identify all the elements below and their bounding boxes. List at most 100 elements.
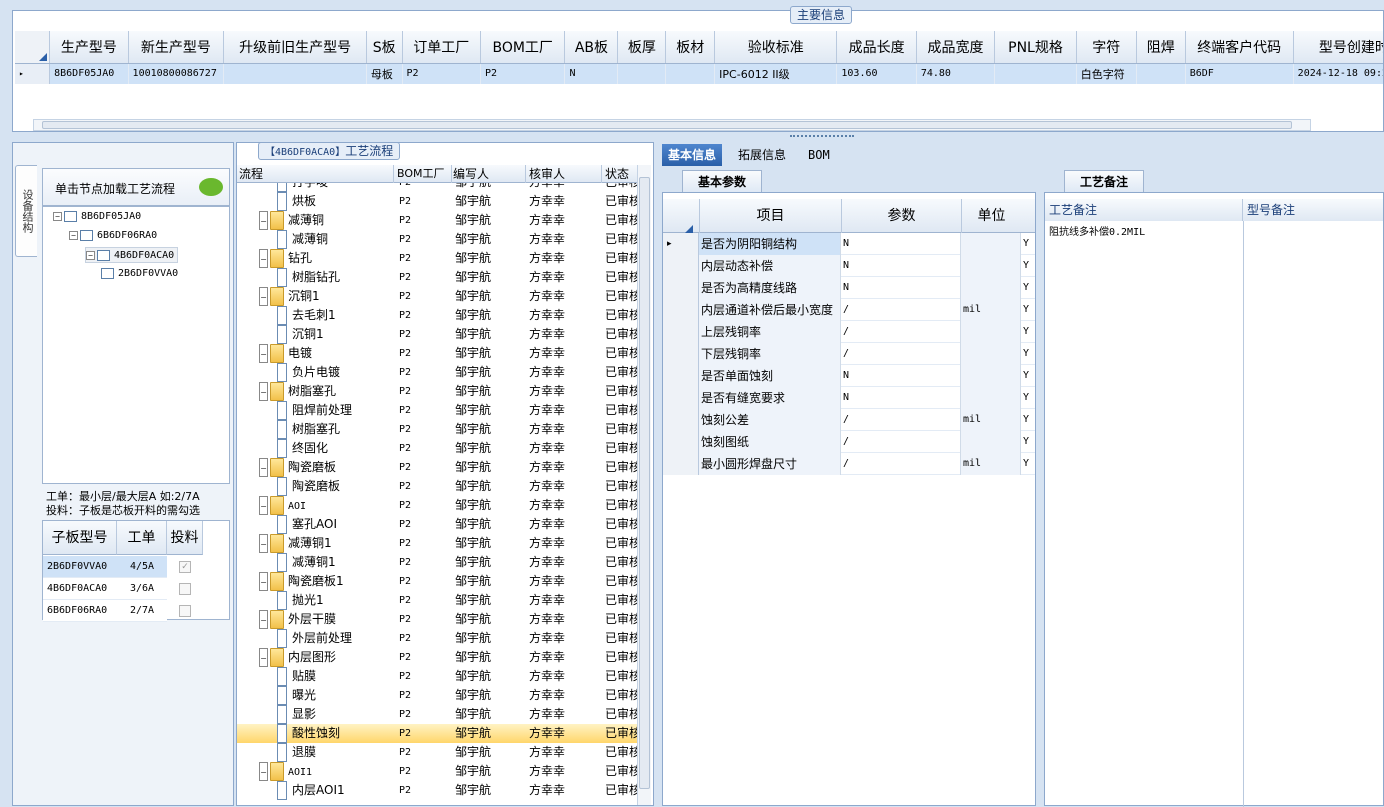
- process-row[interactable]: 阻焊前处理 P2 邹宇航 方幸幸 已审核: [237, 401, 637, 420]
- process-column-header[interactable]: 核审人: [529, 165, 599, 183]
- collapse-icon[interactable]: −: [259, 344, 268, 363]
- cell[interactable]: IPC-6012 II级: [714, 63, 838, 84]
- param-value[interactable]: /: [841, 409, 961, 431]
- process-row[interactable]: − 电镀 P2 邹宇航 方幸幸 已审核: [237, 344, 637, 363]
- param-value[interactable]: /: [841, 321, 961, 343]
- column-header[interactable]: 生产型号: [49, 31, 129, 64]
- param-row[interactable]: 是否单面蚀刻 N Y: [663, 365, 1035, 387]
- basic-column-header[interactable]: 项目: [699, 199, 841, 233]
- collapse-icon[interactable]: −: [259, 287, 268, 306]
- sub-order-cell[interactable]: 4/5A: [117, 556, 167, 578]
- tab-bom[interactable]: BOM: [802, 144, 836, 166]
- column-header[interactable]: BOM工厂: [480, 31, 566, 64]
- process-row[interactable]: − 陶瓷磨板 P2 邹宇航 方幸幸 已审核: [237, 458, 637, 477]
- process-row[interactable]: 酸性蚀刻 P2 邹宇航 方幸幸 已审核: [237, 724, 637, 743]
- param-row[interactable]: 内层通道补偿后最小宽度 / mil Y: [663, 299, 1035, 321]
- process-row[interactable]: 减薄铜 P2 邹宇航 方幸幸 已审核: [237, 230, 637, 249]
- param-row[interactable]: ▸ 是否为阴阳铜结构 N Y: [663, 233, 1035, 255]
- tab-craft-notes[interactable]: 工艺备注: [1064, 170, 1144, 192]
- tree-node[interactable]: − 6B6DF06RA0: [69, 228, 157, 244]
- scroll-thumb[interactable]: [639, 177, 650, 789]
- process-row[interactable]: − AOI P2 邹宇航 方幸幸 已审核: [237, 496, 637, 515]
- sub-order-cell[interactable]: 2/7A: [117, 600, 167, 622]
- process-row[interactable]: − 减薄铜1 P2 邹宇航 方幸幸 已审核: [237, 534, 637, 553]
- process-row[interactable]: 曝光 P2 邹宇航 方幸幸 已审核: [237, 686, 637, 705]
- process-column-header[interactable]: BOM工厂: [397, 165, 452, 183]
- collapse-icon[interactable]: −: [259, 249, 268, 268]
- sub-column-header[interactable]: 工单: [117, 521, 167, 555]
- sub-column-header[interactable]: 投料: [167, 521, 203, 555]
- vertical-tab-structure[interactable]: 设备结构: [15, 165, 37, 257]
- process-row[interactable]: 负片电镀 P2 邹宇航 方幸幸 已审核: [237, 363, 637, 382]
- param-row[interactable]: 是否有缝宽要求 N Y: [663, 387, 1035, 409]
- basic-column-header[interactable]: 参数: [841, 199, 961, 233]
- column-header[interactable]: 板厚: [617, 31, 667, 64]
- process-row[interactable]: 内层AOI1 P2 邹宇航 方幸幸 已审核: [237, 781, 637, 800]
- column-header[interactable]: 订单工厂: [402, 31, 481, 64]
- feed-checkbox[interactable]: [179, 605, 191, 617]
- param-row[interactable]: 蚀刻公差 / mil Y: [663, 409, 1035, 431]
- param-row[interactable]: 下层残铜率 / Y: [663, 343, 1035, 365]
- process-row[interactable]: 终固化 P2 邹宇航 方幸幸 已审核: [237, 439, 637, 458]
- param-row[interactable]: 是否为高精度线路 N Y: [663, 277, 1035, 299]
- process-column-header[interactable]: 流程: [239, 165, 389, 183]
- tree-node[interactable]: − 8B6DF05JA0: [53, 209, 141, 225]
- row-indicator[interactable]: ▸: [15, 63, 51, 84]
- tab-basic-params[interactable]: 基本参数: [682, 170, 762, 192]
- cell[interactable]: [665, 63, 716, 84]
- process-row[interactable]: − 沉铜1 P2 邹宇航 方幸幸 已审核: [237, 287, 637, 306]
- process-row[interactable]: 沉铜1 P2 邹宇航 方幸幸 已审核: [237, 325, 637, 344]
- collapse-icon[interactable]: −: [53, 211, 62, 221]
- tree-node[interactable]: 2B6DF0VVA0: [101, 266, 178, 282]
- cell[interactable]: 74.80: [916, 63, 996, 84]
- cell[interactable]: B6DF: [1185, 63, 1294, 84]
- cell[interactable]: 10010800086727: [128, 63, 225, 84]
- param-value[interactable]: /: [841, 299, 961, 321]
- collapse-icon[interactable]: −: [259, 534, 268, 553]
- process-row[interactable]: 烘板 P2 邹宇航 方幸幸 已审核: [237, 192, 637, 211]
- column-header[interactable]: PNL规格: [994, 31, 1077, 64]
- param-row[interactable]: 内层动态补偿 N Y: [663, 255, 1035, 277]
- collapse-icon[interactable]: −: [259, 382, 268, 401]
- process-row[interactable]: 树脂钻孔 P2 邹宇航 方幸幸 已审核: [237, 268, 637, 287]
- collapse-icon[interactable]: −: [259, 648, 268, 667]
- collapse-icon[interactable]: −: [259, 458, 268, 477]
- process-row[interactable]: 减薄铜1 P2 邹宇航 方幸幸 已审核: [237, 553, 637, 572]
- process-row[interactable]: 塞孔AOI P2 邹宇航 方幸幸 已审核: [237, 515, 637, 534]
- process-vscrollbar[interactable]: [637, 165, 651, 805]
- sub-order-cell[interactable]: 3/6A: [117, 578, 167, 600]
- cell[interactable]: [223, 63, 367, 84]
- column-header[interactable]: 字符: [1076, 31, 1137, 64]
- collapse-icon[interactable]: −: [259, 762, 268, 781]
- cell[interactable]: 母板: [366, 63, 403, 84]
- column-header[interactable]: 阻焊: [1136, 31, 1186, 64]
- craft-note-text[interactable]: 阻抗线多补偿0.2MIL: [1049, 223, 1229, 238]
- param-value[interactable]: N: [841, 277, 961, 299]
- cell[interactable]: [1136, 63, 1186, 84]
- cell[interactable]: P2: [402, 63, 481, 84]
- param-row[interactable]: 上层残铜率 / Y: [663, 321, 1035, 343]
- param-row[interactable]: 蚀刻图纸 / Y: [663, 431, 1035, 453]
- param-value[interactable]: N: [841, 365, 961, 387]
- cell[interactable]: 103.60: [836, 63, 917, 84]
- cell[interactable]: 2024-12-18 09:24:25: [1293, 63, 1383, 84]
- collapse-icon[interactable]: −: [259, 496, 268, 515]
- tree-node[interactable]: − 4B6DF0ACA0: [85, 247, 179, 263]
- process-row[interactable]: − 外层干膜 P2 邹宇航 方幸幸 已审核: [237, 610, 637, 629]
- process-row[interactable]: 贴膜 P2 邹宇航 方幸幸 已审核: [237, 667, 637, 686]
- tab-basic-info[interactable]: 基本信息: [662, 144, 723, 166]
- main-hscrollbar[interactable]: [33, 119, 1311, 131]
- column-header[interactable]: 型号创建时: [1293, 31, 1383, 64]
- cell[interactable]: [994, 63, 1077, 84]
- process-column-header[interactable]: 编写人: [453, 165, 523, 183]
- process-row[interactable]: 显影 P2 邹宇航 方幸幸 已审核: [237, 705, 637, 724]
- column-header[interactable]: 板材: [665, 31, 716, 64]
- process-row[interactable]: 抛光1 P2 邹宇航 方幸幸 已审核: [237, 591, 637, 610]
- process-row[interactable]: 去毛刺1 P2 邹宇航 方幸幸 已审核: [237, 306, 637, 325]
- cell[interactable]: 8B6DF05JA0: [49, 63, 129, 84]
- sub-column-header[interactable]: 子板型号: [43, 521, 117, 555]
- tab-extended-info[interactable]: 拓展信息: [732, 144, 792, 166]
- column-header[interactable]: 验收标准: [714, 31, 838, 64]
- column-header[interactable]: AB板: [564, 31, 619, 64]
- scroll-thumb[interactable]: [42, 121, 1292, 129]
